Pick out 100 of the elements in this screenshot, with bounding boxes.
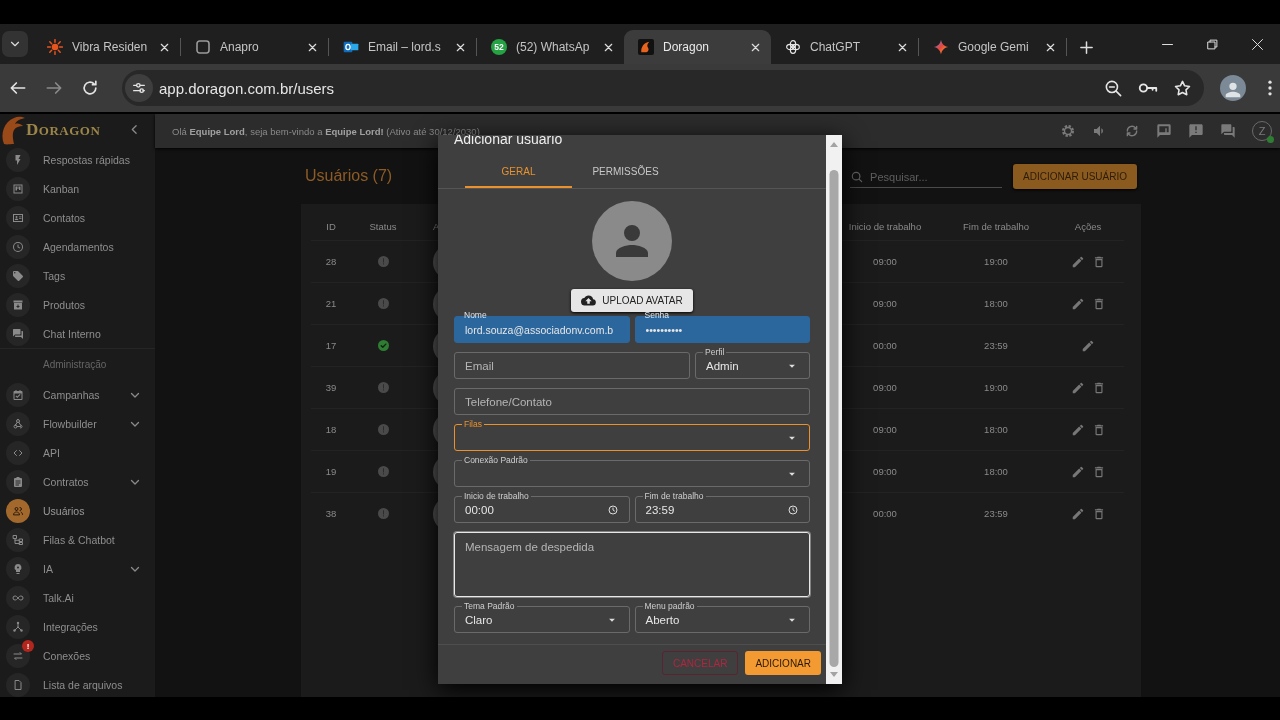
submit-button[interactable]: ADICIONAR (745, 651, 821, 675)
sidebar-item[interactable]: IA (0, 554, 155, 583)
edit-icon[interactable] (1070, 422, 1085, 437)
clock-icon (606, 503, 619, 516)
sidebar-item[interactable]: Kanban (0, 174, 155, 203)
close-icon[interactable] (307, 41, 318, 53)
table-cell: 39 (325, 382, 337, 393)
dialog-tab[interactable]: PERMISSÕES (572, 156, 679, 188)
field-label: Perfil (703, 347, 727, 357)
message-icon[interactable] (1156, 123, 1172, 139)
square-icon (195, 39, 211, 55)
table-cell: 09:00 (873, 256, 897, 267)
browser-tab[interactable]: Doragon (624, 30, 771, 64)
tab-list-button[interactable] (2, 31, 28, 57)
close-icon[interactable] (1045, 41, 1056, 53)
table-cell: 00:00 (873, 508, 897, 519)
sidebar-item[interactable]: Lista de arquivos (0, 670, 155, 697)
edit-icon[interactable] (1070, 296, 1085, 311)
sidebar-item[interactable]: Chat Interno (0, 319, 155, 348)
settings-icon[interactable] (1060, 123, 1076, 139)
text-field[interactable]: Telefone/Contato (454, 388, 810, 415)
star-icon[interactable] (1173, 78, 1192, 98)
zoom-out-icon[interactable] (1104, 78, 1123, 98)
knot-icon (785, 39, 801, 55)
bolt-icon (6, 147, 30, 172)
table-cell: 09:00 (873, 424, 897, 435)
message-field[interactable]: Mensagem de despedida (454, 532, 810, 597)
close-icon[interactable] (897, 41, 908, 53)
table-cell: 19:00 (984, 382, 1008, 393)
sidebar-item[interactable]: Agendamentos (0, 232, 155, 261)
text-field[interactable]: Email (454, 352, 690, 379)
field-label: Conexão Padrão (462, 455, 530, 465)
chat-icon[interactable] (1220, 123, 1236, 139)
code-icon (6, 440, 30, 465)
site-settings-button[interactable] (125, 74, 153, 102)
hub-icon (6, 614, 30, 639)
sidebar-item[interactable]: Flowbuilder (0, 409, 155, 438)
table-cell: 18:00 (984, 424, 1008, 435)
table-cell: 38 (325, 508, 337, 519)
sidebar-item[interactable]: Contratos (0, 467, 155, 496)
contact-card-icon (6, 205, 30, 230)
chat-icon (6, 321, 30, 346)
sidebar-item[interactable]: Respostas rápidas (0, 145, 155, 174)
infinity-icon (6, 585, 30, 610)
edit-icon[interactable] (1081, 338, 1095, 353)
count-badge: 52 (491, 39, 507, 55)
mail-icon (343, 39, 359, 55)
browser-tab[interactable]: Email – lord.s (329, 30, 476, 64)
sidebar-item[interactable]: Tags (0, 261, 155, 290)
tag-icon (6, 263, 30, 288)
sidebar-item[interactable]: Contatos (0, 203, 155, 232)
edit-icon[interactable] (1070, 464, 1085, 479)
sidebar-item[interactable]: Filas & Chatbot (0, 525, 155, 554)
address-bar[interactable]: app.doragon.com.br/users (122, 70, 1204, 106)
archive-icon (6, 292, 30, 317)
edit-icon[interactable] (1070, 254, 1085, 269)
edit-icon[interactable] (1070, 380, 1085, 395)
field-label: Tema Padrão (462, 601, 517, 611)
sidebar-item[interactable]: Integrações (0, 612, 155, 641)
sidebar-item[interactable]: Conexões ! (0, 641, 155, 670)
browser-tab[interactable]: ChatGPT (771, 30, 918, 64)
dialog-tab[interactable]: GERAL (465, 156, 572, 188)
sidebar-item[interactable]: Usuários (0, 496, 155, 525)
column-header: ID (326, 220, 336, 232)
search-icon (850, 170, 865, 184)
plus-icon[interactable] (1079, 40, 1094, 55)
add-user-button[interactable]: ADICIONAR USUÁRIO (1013, 163, 1137, 189)
sidebar-item[interactable]: Talk.Ai (0, 583, 155, 612)
close-icon[interactable] (750, 41, 761, 53)
search-field[interactable]: Pesquisar... (870, 171, 991, 183)
close-icon[interactable] (1250, 36, 1265, 52)
close-icon[interactable] (603, 41, 614, 53)
people-icon (6, 498, 30, 523)
table-cell: 28 (325, 256, 337, 267)
table-cell: 17 (325, 340, 337, 351)
swap-icon (6, 643, 30, 668)
alert-badge: ! (22, 640, 34, 652)
profile-avatar[interactable] (1220, 75, 1246, 101)
column-header: Inicio de trabalho (848, 220, 922, 232)
upload-avatar-button[interactable]: UPLOAD AVATAR (571, 289, 693, 312)
browser-tab[interactable]: Anapro (181, 30, 328, 64)
nodes-icon (6, 411, 30, 436)
reload-icon[interactable] (80, 78, 100, 98)
table-cell: 00:00 (873, 340, 897, 351)
browser-tab[interactable]: 52 (52) WhatsAp (477, 30, 624, 64)
browser-tab[interactable]: Google Gemi (919, 30, 1066, 64)
restore-icon[interactable] (1205, 36, 1220, 52)
table-cell: 18 (325, 424, 337, 435)
edit-icon[interactable] (1070, 506, 1085, 521)
scrollbar[interactable] (826, 135, 842, 684)
sidebar-item[interactable]: Campanhas (0, 380, 155, 409)
clock-icon (787, 503, 799, 516)
sync-icon[interactable] (1124, 123, 1140, 139)
tree-icon (6, 527, 30, 552)
browser-tab[interactable]: Vibra Residen (33, 30, 180, 64)
sidebar-item[interactable]: Produtos (0, 290, 155, 319)
close-icon[interactable] (159, 41, 170, 53)
announcement-icon[interactable] (1188, 123, 1204, 139)
close-icon[interactable] (455, 41, 466, 53)
sidebar-item[interactable]: API (0, 438, 155, 467)
